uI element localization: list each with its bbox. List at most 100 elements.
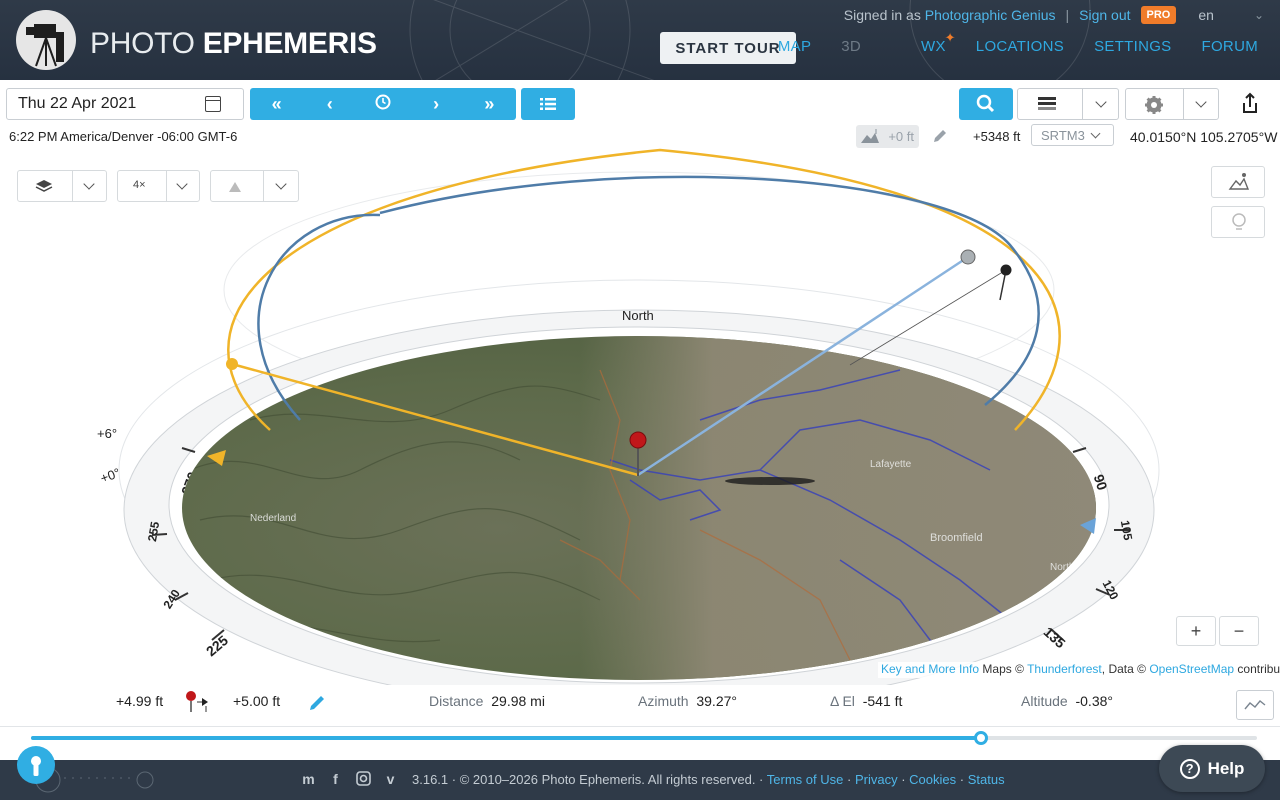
right-icon[interactable]: ›	[416, 94, 456, 115]
cookies-link[interactable]: Cookies	[909, 772, 956, 787]
chevron-down-icon[interactable]	[1195, 96, 1207, 108]
chevron-down-icon	[1090, 128, 1101, 139]
chevron-down-icon[interactable]	[83, 178, 95, 190]
left-icon[interactable]: ‹	[310, 94, 350, 115]
app-brand: PHOTO EPHEMERIS	[90, 27, 377, 61]
divider	[166, 171, 167, 201]
azimuth-value: 39.27°	[696, 693, 737, 709]
distance-value: 29.98 mi	[491, 693, 545, 709]
altitude-value: -0.38°	[1075, 693, 1113, 709]
compass-label: 225	[203, 632, 231, 659]
timeline-slider[interactable]	[31, 731, 1257, 745]
settings-select[interactable]	[1125, 88, 1219, 120]
3d-scene[interactable]: 270 255 240 225 90 105 120 135	[0, 140, 1280, 685]
facebook-icon[interactable]: f	[327, 771, 344, 788]
nav-3d[interactable]: 3D	[841, 38, 861, 55]
altitude-readout: Altitude -0.38°	[1021, 693, 1113, 709]
divider	[1082, 89, 1083, 119]
chevron-down-icon[interactable]	[1095, 96, 1107, 108]
zoom-out-button[interactable]: −	[1219, 616, 1259, 646]
footer-text: 3.16.1 · © 2010–2026 Photo Ephemeris. Al…	[412, 772, 1005, 787]
layers-select[interactable]	[17, 170, 107, 202]
osm-link[interactable]: OpenStreetMap	[1149, 662, 1234, 676]
signed-in-text: Signed in as Photographic Genius	[843, 7, 1056, 23]
user-name-link[interactable]: Photographic Genius	[925, 7, 1056, 23]
key-info-link[interactable]: Key and More Info	[881, 662, 979, 676]
target-marker[interactable]	[1000, 264, 1012, 276]
zoom-factor-select[interactable]: 4×	[117, 170, 200, 202]
date-input[interactable]: Thu 22 Apr 2021	[6, 88, 244, 120]
moon-marker[interactable]	[960, 249, 976, 265]
camera-logo-icon[interactable]	[16, 10, 76, 70]
map-style-icon	[1038, 97, 1056, 111]
account-separator: |	[1065, 7, 1070, 23]
divider	[0, 726, 1280, 727]
timeline-handle[interactable]	[974, 731, 989, 745]
map-style-select[interactable]	[1017, 88, 1119, 120]
link-separator: ·	[959, 772, 965, 787]
delta-el-label: Δ El	[830, 693, 855, 709]
mastodon-icon[interactable]: m	[300, 771, 317, 788]
chevron-down-icon[interactable]	[176, 178, 188, 190]
link-separator: ·	[901, 772, 906, 787]
terms-link[interactable]: Terms of Use	[767, 772, 844, 787]
double-right-icon[interactable]: »	[469, 94, 509, 115]
brand-bold: EPHEMERIS	[202, 27, 377, 60]
delta-el-readout: Δ El -541 ft	[830, 693, 902, 709]
lightbulb-button[interactable]	[1211, 206, 1265, 238]
gear-icon[interactable]	[1144, 95, 1164, 120]
search-icon[interactable]	[959, 88, 1013, 120]
distance-label: Distance	[429, 693, 484, 709]
help-icon: ?	[1179, 758, 1200, 779]
terrain-icon	[228, 180, 242, 198]
time-nav-group: « ‹ › »	[250, 88, 516, 120]
divider	[1183, 89, 1184, 119]
sign-out-link[interactable]: Sign out	[1079, 7, 1130, 23]
brand-light: PHOTO	[90, 27, 195, 60]
altitude-label: Altitude	[1021, 693, 1068, 709]
place-label: Broomfield	[930, 532, 983, 544]
pencil-icon[interactable]	[308, 694, 326, 715]
link-separator: ·	[846, 772, 852, 787]
visualize-icon	[1228, 173, 1250, 190]
help-label: Help	[1207, 758, 1245, 778]
clock-icon[interactable]	[363, 94, 403, 115]
help-button[interactable]: ? Help	[1159, 745, 1265, 792]
attribution-text: contributors	[1237, 662, 1280, 676]
pin-icon[interactable]	[629, 431, 647, 449]
date-value: Thu 22 Apr 2021	[18, 95, 137, 112]
graph-icon[interactable]	[1236, 690, 1274, 720]
chevron-down-icon[interactable]	[275, 178, 287, 190]
sun-marker[interactable]	[226, 358, 238, 370]
nav-locations[interactable]: LOCATIONS	[976, 38, 1064, 55]
pin-icon[interactable]	[184, 690, 210, 717]
account-bar: Signed in as Photographic Genius | Sign …	[844, 6, 1264, 24]
target-height: +5.00 ft	[233, 693, 281, 709]
attribution-text: , Data ©	[1101, 662, 1146, 676]
share-icon[interactable]	[1236, 90, 1264, 118]
divider	[72, 171, 73, 201]
chevron-down-icon[interactable]: ⌄	[1254, 8, 1264, 22]
privacy-link[interactable]: Privacy	[855, 772, 898, 787]
map-attribution: Key and More Info Maps © Thunderforest, …	[878, 662, 1280, 678]
nav-settings[interactable]: SETTINGS	[1094, 38, 1171, 55]
nav-forum[interactable]: FORUM	[1202, 38, 1259, 55]
lock-icon[interactable]	[17, 746, 55, 784]
visualize-button[interactable]	[1211, 166, 1265, 198]
nav-wx[interactable]: WX ✦	[891, 30, 955, 55]
terrain-select[interactable]	[210, 170, 299, 202]
vimeo-icon[interactable]: v	[382, 771, 399, 788]
list-icon[interactable]	[521, 88, 575, 120]
new-star-icon: ✦	[944, 30, 956, 45]
main-nav: MAP 3D WX ✦ LOCATIONS SETTINGS FORUM	[748, 30, 1259, 55]
thunderforest-link[interactable]: Thunderforest	[1027, 662, 1102, 676]
nav-map[interactable]: MAP	[778, 38, 811, 55]
double-left-icon[interactable]: «	[257, 94, 297, 115]
language-select[interactable]: en	[1198, 7, 1214, 23]
instagram-icon[interactable]	[355, 771, 372, 788]
place-label: Lafayette	[870, 459, 912, 470]
observer-height: +4.99 ft	[116, 693, 164, 709]
calendar-icon[interactable]	[205, 96, 221, 112]
zoom-in-button[interactable]: +	[1176, 616, 1216, 646]
status-link[interactable]: Status	[968, 772, 1005, 787]
